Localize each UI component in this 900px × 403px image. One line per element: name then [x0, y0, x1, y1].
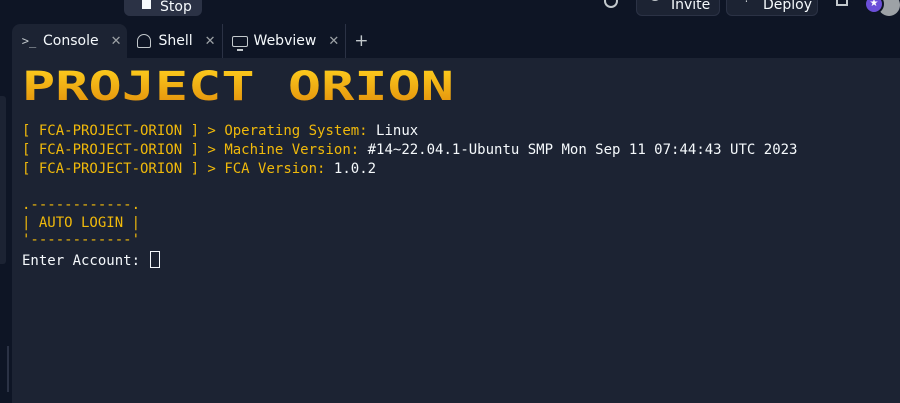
- tab-bar: >_ Console ✕ Shell ✕ Webview ✕ +: [12, 24, 900, 58]
- app-window: Stop Invite ⇡ Deploy ★ >_ Console ✕ Shel: [0, 0, 900, 403]
- shell-icon: [135, 34, 153, 48]
- tab-console[interactable]: >_ Console ✕: [12, 24, 128, 58]
- stop-button[interactable]: Stop: [124, 0, 202, 16]
- tab-console-label: Console: [43, 33, 99, 49]
- invite-button[interactable]: Invite: [636, 0, 720, 16]
- terminal-icon: >_: [21, 34, 37, 48]
- close-icon[interactable]: ✕: [111, 34, 122, 49]
- tab-shell[interactable]: Shell ✕: [127, 24, 223, 58]
- stop-label: Stop: [160, 0, 192, 15]
- prompt-line[interactable]: Enter Account:: [22, 251, 161, 270]
- ascii-banner: PROJECT ORION: [22, 67, 462, 107]
- top-bar: Stop Invite ⇡ Deploy ★: [0, 0, 900, 24]
- tab-shell-label: Shell: [158, 33, 193, 49]
- info-line: [ FCA-PROJECT-ORION ] > Machine Version:…: [22, 142, 798, 158]
- left-sidebar-strip: [0, 24, 10, 403]
- box-top: .------------.: [22, 197, 141, 213]
- sidebar-handle[interactable]: [0, 96, 6, 264]
- deploy-label: Deploy: [763, 0, 813, 13]
- terminal-output[interactable]: PROJECT ORION [ FCA-PROJECT-ORION ] > Op…: [22, 64, 892, 399]
- info-line: [ FCA-PROJECT-ORION ] > FCA Version: 1.0…: [22, 161, 377, 177]
- console-pane: >_ Console ✕ Shell ✕ Webview ✕ + PROJECT…: [12, 24, 900, 403]
- search-icon[interactable]: [604, 0, 618, 8]
- tab-webview-label: Webview: [253, 33, 317, 49]
- info-line: [ FCA-PROJECT-ORION ] > Operating System…: [22, 123, 419, 139]
- tab-webview[interactable]: Webview ✕: [223, 24, 347, 58]
- banner-title: PROJECT ORION: [22, 67, 454, 107]
- prompt-label: Enter Account:: [22, 253, 141, 269]
- add-tab-icon[interactable]: +: [346, 24, 376, 58]
- close-icon[interactable]: ✕: [328, 34, 339, 49]
- stop-icon: [142, 0, 151, 9]
- bell-icon[interactable]: [836, 0, 848, 6]
- deploy-button[interactable]: ⇡ Deploy: [726, 0, 818, 16]
- resize-handle[interactable]: [7, 346, 9, 392]
- banner-text: PROJECT ORION: [22, 67, 454, 107]
- deploy-icon: ⇡: [741, 0, 752, 6]
- invite-label: Invite: [671, 0, 711, 13]
- close-icon[interactable]: ✕: [205, 34, 216, 49]
- monitor-icon: [231, 34, 249, 51]
- box-bottom: '------------': [22, 232, 141, 248]
- text-cursor[interactable]: [150, 251, 161, 268]
- person-icon: [649, 0, 661, 1]
